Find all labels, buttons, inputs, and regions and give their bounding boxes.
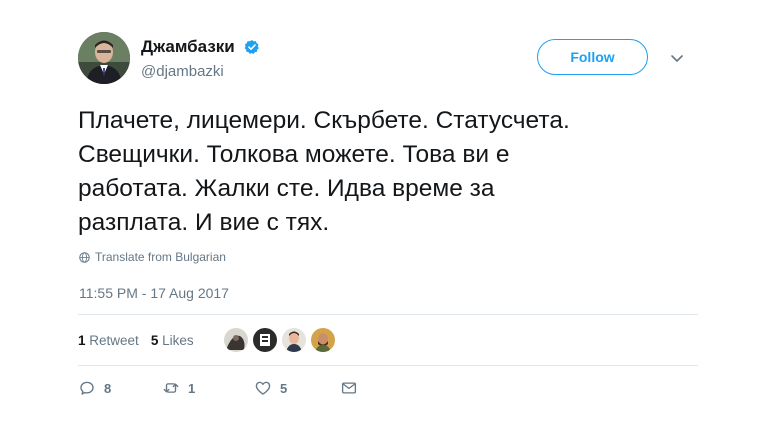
- tweet-header: Джамбазки @djambazki Follow: [78, 32, 718, 86]
- tweet-timestamp[interactable]: 11:55 PM - 17 Aug 2017: [79, 285, 229, 301]
- retweet-stat[interactable]: 1 Retweet: [78, 333, 139, 348]
- like-button[interactable]: 5: [254, 379, 340, 397]
- verified-badge-icon: [244, 40, 260, 54]
- likes-stat[interactable]: 5 Likes: [151, 333, 194, 348]
- liker-avatar-icon: [281, 328, 306, 352]
- likes-stat-label: Likes: [162, 332, 194, 348]
- like-count: 5: [280, 380, 288, 396]
- tweet-text: Плачете, лицемери. Скърбете. Статусчета.…: [78, 104, 678, 240]
- tweet-text-line: Свещички. Толкова можете. Това ви е: [78, 141, 510, 168]
- liker-avatar-icon: [223, 328, 248, 352]
- user-handle[interactable]: @djambazki: [141, 63, 260, 80]
- reply-icon: [80, 381, 94, 395]
- liker-avatar[interactable]: [223, 328, 248, 352]
- globe-icon: [79, 251, 90, 263]
- divider: [78, 314, 698, 315]
- retweet-count: 1: [188, 380, 196, 396]
- retweet-stat-label: Retweet: [89, 332, 139, 348]
- reply-count: 8: [104, 380, 112, 396]
- liker-avatar[interactable]: [281, 328, 306, 352]
- profile-photo-icon: [78, 32, 130, 84]
- liker-avatar-icon: [310, 328, 335, 352]
- user-name-block: Джамбазки @djambazki: [141, 37, 260, 80]
- liker-avatar-icon: [252, 328, 277, 352]
- direct-message-button[interactable]: [340, 379, 358, 397]
- tweet-stats: 1 Retweet 5 Likes: [78, 325, 340, 355]
- reply-button[interactable]: 8: [78, 379, 162, 397]
- avatar[interactable]: [78, 32, 130, 84]
- retweet-button[interactable]: 1: [162, 379, 254, 397]
- chevron-down-icon[interactable]: [669, 50, 685, 66]
- tweet-text-line: разплата. И вие с тях.: [78, 209, 330, 236]
- tweet-text-line: работата. Жалки сте. Идва време за: [78, 175, 495, 202]
- liker-avatars: [223, 328, 340, 352]
- tweet-text-line: Плачете, лицемери. Скърбете. Статусчета.: [78, 107, 570, 134]
- envelope-icon: [341, 382, 357, 394]
- heart-icon: [255, 381, 271, 395]
- display-name[interactable]: Джамбазки: [141, 37, 235, 57]
- follow-button[interactable]: Follow: [537, 39, 648, 75]
- tweet-card: Джамбазки @djambazki Follow Плачете, лиц…: [0, 0, 768, 432]
- retweet-icon: [163, 383, 179, 393]
- translate-label: Translate from Bulgarian: [95, 250, 226, 264]
- divider: [78, 365, 698, 366]
- tweet-actions: 8 1 5: [78, 379, 358, 397]
- liker-avatar[interactable]: [310, 328, 335, 352]
- retweet-stat-count: 1: [78, 332, 86, 348]
- liker-avatar[interactable]: [252, 328, 277, 352]
- translate-link[interactable]: Translate from Bulgarian: [79, 250, 226, 264]
- likes-stat-count: 5: [150, 332, 159, 348]
